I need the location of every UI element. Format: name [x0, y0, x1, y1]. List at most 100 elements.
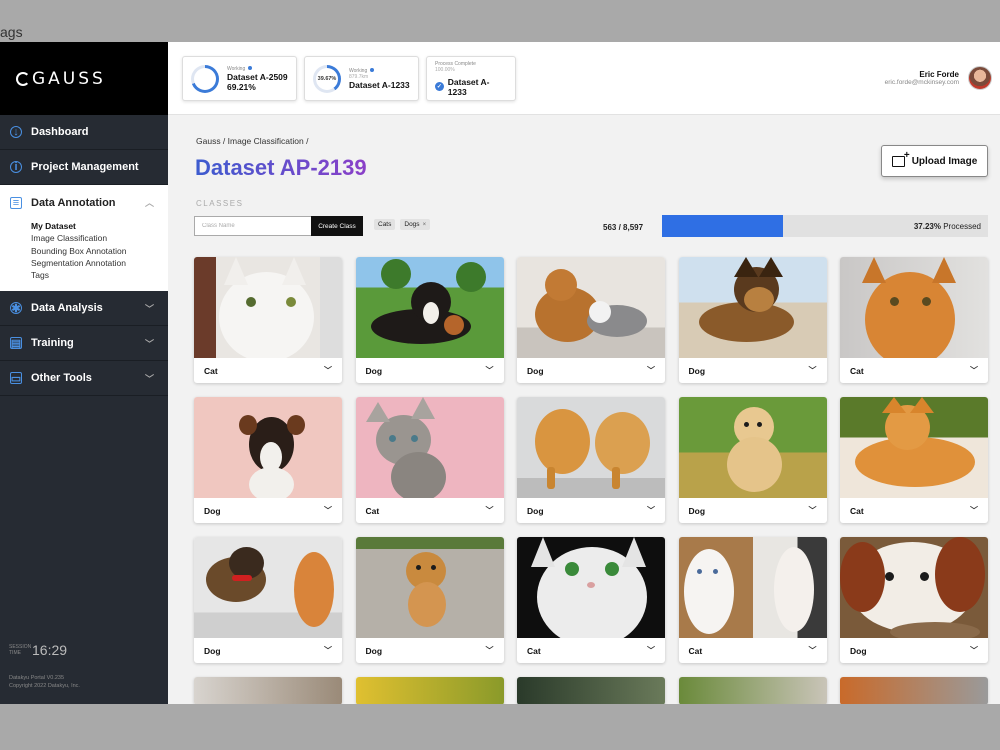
chevron-down-icon: ﹀: [144, 338, 154, 349]
image-card[interactable]: Dog ﹀: [194, 397, 342, 523]
class-select[interactable]: Dog ﹀: [679, 358, 827, 383]
image-card[interactable]: Cat ﹀: [355, 397, 504, 523]
image-thumbnail[interactable]: [194, 677, 342, 704]
class-name-input[interactable]: [194, 216, 311, 236]
image-thumbnail[interactable]: [678, 397, 827, 498]
image-card[interactable]: [194, 677, 342, 704]
job-card[interactable]: 39.67% Working 879.7km Dataset A-1233: [304, 56, 419, 101]
image-thumbnail[interactable]: [355, 537, 504, 638]
image-thumbnail[interactable]: [840, 397, 988, 498]
image-card[interactable]: Cat ﹀: [840, 257, 988, 383]
image-card[interactable]: Dog ﹀: [678, 257, 827, 383]
class-select[interactable]: Dog ﹀: [356, 358, 504, 383]
image-thumbnail[interactable]: [355, 397, 504, 498]
breadcrumb[interactable]: Gauss / Image Classification /: [196, 136, 308, 146]
subnav-item-segmentation[interactable]: Segmentation Annotation: [31, 257, 168, 269]
chevron-down-icon: ﹀: [144, 373, 154, 384]
page-title: Dataset AP-2139: [195, 155, 367, 180]
image-thumbnail[interactable]: [840, 677, 988, 704]
class-select[interactable]: Cat ﹀: [840, 358, 988, 383]
class-select[interactable]: Dog ﹀: [194, 498, 342, 523]
class-select[interactable]: Dog ﹀: [679, 498, 827, 523]
image-card[interactable]: [840, 677, 988, 704]
version-text: Datakyu Portal V0.235: [9, 675, 65, 681]
image-thumbnail[interactable]: [678, 677, 827, 704]
class-select[interactable]: Cat ﹀: [679, 638, 827, 663]
image-thumbnail[interactable]: [355, 677, 504, 704]
image-thumbnail[interactable]: [194, 537, 342, 638]
image-card[interactable]: [517, 677, 665, 704]
tag-cats[interactable]: Cats: [374, 219, 396, 230]
image-card[interactable]: Cat ﹀: [517, 537, 665, 663]
chevron-down-icon: ﹀: [324, 646, 332, 655]
progress-suffix: Processed: [940, 222, 981, 231]
sidebar-item-data-analysis[interactable]: ✱ Data Analysis ﹀: [0, 291, 168, 327]
logo-area: GAUSS: [0, 42, 168, 115]
image-thumbnail[interactable]: [517, 537, 665, 638]
clock-time: 16:29: [32, 642, 68, 658]
user-menu[interactable]: Eric Forde eric.forde@mckinsey.com: [885, 66, 992, 90]
class-select[interactable]: Dog ﹀: [517, 498, 665, 523]
image-card[interactable]: [355, 677, 504, 704]
image-thumbnail[interactable]: [517, 677, 665, 704]
class-select[interactable]: Cat ﹀: [356, 498, 504, 523]
class-select[interactable]: Dog ﹀: [194, 638, 342, 663]
sidebar-item-dashboard[interactable]: ↓ Dashboard: [0, 115, 168, 150]
image-card[interactable]: Dog ﹀: [678, 397, 827, 523]
job-card[interactable]: Process Complete 100.00% ✓ Dataset A-1233: [426, 56, 516, 101]
avatar[interactable]: [968, 66, 992, 90]
image-card[interactable]: [678, 677, 827, 704]
progress-ring: [191, 64, 219, 93]
progress-ring: 39.67%: [313, 64, 341, 93]
image-card[interactable]: Dog ﹀: [840, 537, 988, 663]
class-select[interactable]: Cat ﹀: [194, 358, 342, 383]
upload-image-button[interactable]: Upload Image: [881, 145, 988, 177]
sidebar-item-training[interactable]: ▤ Training ﹀: [0, 326, 168, 362]
image-thumbnail[interactable]: [678, 257, 827, 358]
sidebar-item-data-annotation[interactable]: ≡ Data Annotation ︿: [0, 185, 168, 220]
image-thumbnail[interactable]: [517, 397, 665, 498]
close-icon[interactable]: ×: [423, 222, 427, 228]
image-card[interactable]: Cat ﹀: [194, 257, 342, 383]
tag-dogs[interactable]: Dogs ×: [400, 219, 431, 230]
gauss-logo[interactable]: GAUSS: [16, 69, 106, 89]
subnav-item-my-dataset[interactable]: My Dataset: [31, 220, 168, 232]
image-thumbnail[interactable]: [840, 537, 988, 638]
class-select[interactable]: Cat ﹀: [517, 638, 665, 663]
image-thumbnail[interactable]: [840, 257, 988, 358]
sidebar: GAUSS ↓ Dashboard i Project Management ≡…: [0, 42, 168, 704]
class-select[interactable]: Dog ﹀: [356, 638, 504, 663]
sidebar-item-project-management[interactable]: i Project Management: [0, 150, 168, 185]
image-card[interactable]: Dog ﹀: [517, 397, 665, 523]
sidebar-item-other-tools[interactable]: ▭ Other Tools ﹀: [0, 361, 168, 397]
subnav-item-image-classification[interactable]: Image Classification: [31, 232, 168, 244]
clock-label: SESSION TIME: [9, 644, 32, 656]
image-card[interactable]: Dog ﹀: [355, 257, 504, 383]
ring-label: 39.67%: [316, 67, 338, 90]
chevron-down-icon: ﹀: [808, 506, 817, 515]
subnav-item-bounding-box[interactable]: Bounding Box Annotation: [31, 245, 168, 257]
copyright-text: Copyright 2022 Datakyu, Inc.: [9, 683, 80, 689]
class-select[interactable]: Dog ﹀: [840, 638, 988, 663]
class-select[interactable]: Cat ﹀: [840, 498, 988, 523]
image-card[interactable]: Dog ﹀: [194, 537, 342, 663]
image-thumbnail[interactable]: [678, 537, 827, 638]
image-thumbnail[interactable]: [194, 257, 342, 358]
window-title: ags: [0, 24, 23, 40]
subnav-item-tags[interactable]: Tags: [31, 269, 168, 281]
image-card[interactable]: Cat ﹀: [840, 397, 988, 523]
create-class-button[interactable]: Create Class: [311, 216, 363, 236]
chevron-down-icon: ﹀: [970, 646, 978, 655]
image-thumbnail[interactable]: [517, 257, 665, 358]
image-thumbnail[interactable]: [355, 257, 504, 358]
image-card[interactable]: Cat ﹀: [678, 537, 827, 663]
app-window: GAUSS ↓ Dashboard i Project Management ≡…: [0, 42, 1000, 704]
class-select[interactable]: Dog ﹀: [517, 358, 665, 383]
logo-mark-icon: [16, 71, 30, 86]
bulb-icon: ✱: [10, 302, 22, 315]
image-card[interactable]: Dog ﹀: [355, 537, 504, 663]
image-thumbnail[interactable]: [194, 397, 342, 498]
job-card[interactable]: Working Dataset A-2509 69.21%: [182, 56, 297, 101]
image-card[interactable]: Dog ﹀: [517, 257, 665, 383]
chevron-down-icon: ﹀: [324, 366, 332, 375]
